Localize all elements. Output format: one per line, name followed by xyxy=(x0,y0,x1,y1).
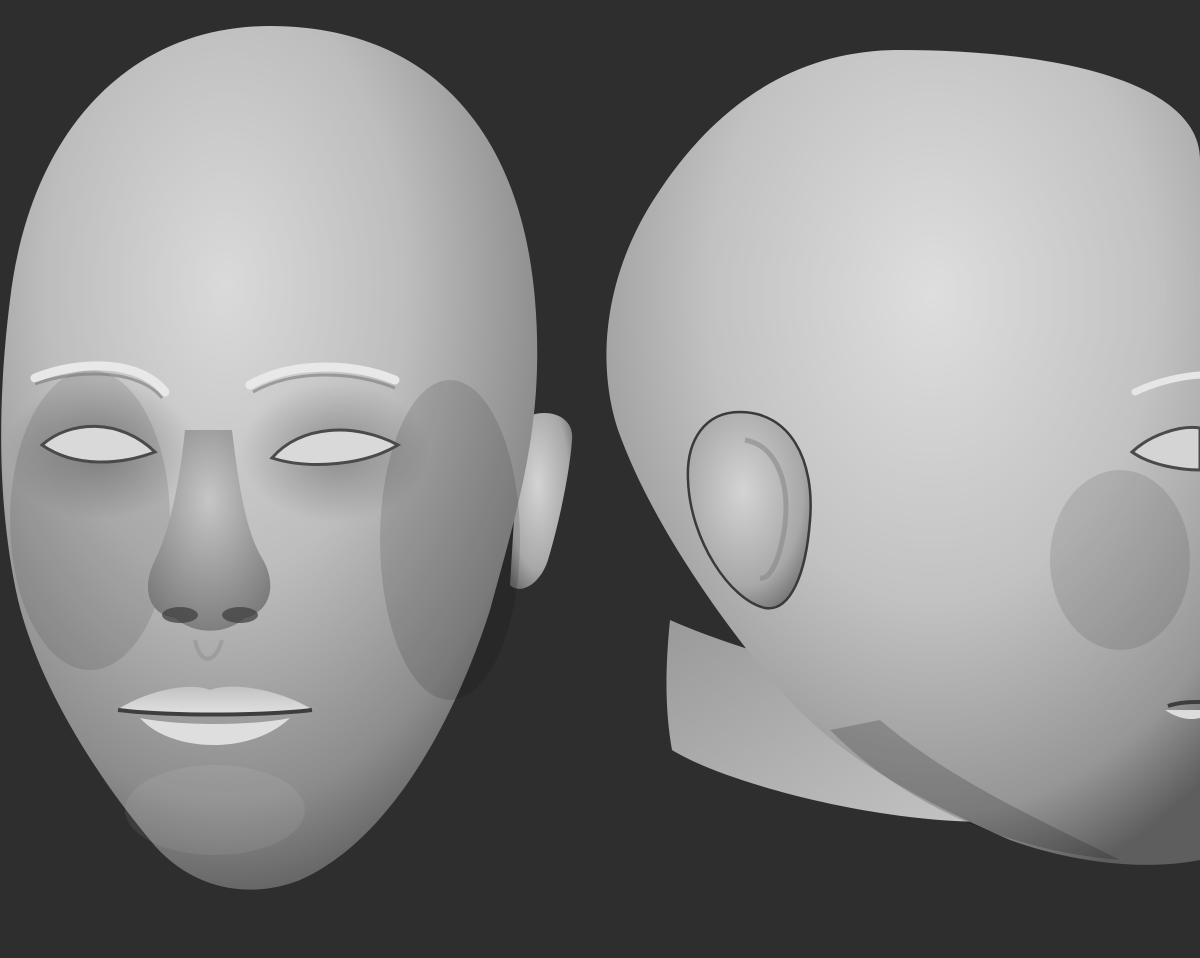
front-head-right-nostril xyxy=(222,607,258,623)
sculpt-viewport[interactable] xyxy=(0,0,1200,958)
side-head-cheek-shade xyxy=(1050,470,1190,650)
render-canvas xyxy=(0,0,1200,958)
front-head-chin xyxy=(125,765,305,855)
front-head-left-nostril xyxy=(162,607,198,623)
side-view-head[interactable] xyxy=(606,50,1200,865)
